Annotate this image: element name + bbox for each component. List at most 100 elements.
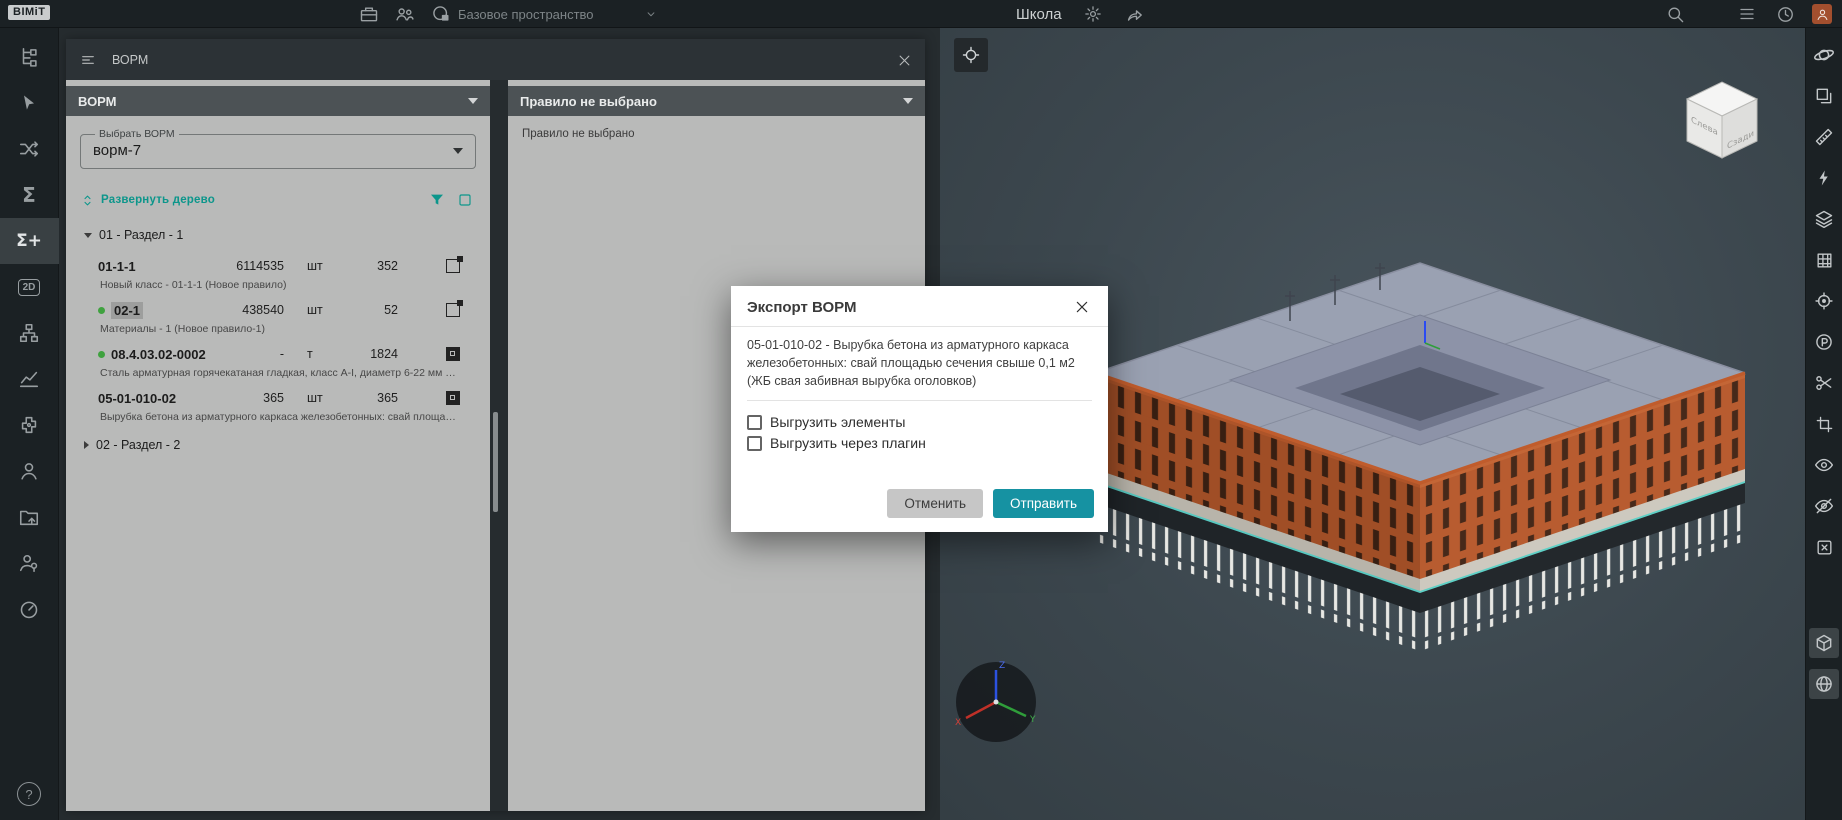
rule-section-title: Правило не выбрано [520, 93, 657, 109]
chevron-down-icon [647, 12, 655, 17]
option-export-elements[interactable]: Выгрузить элементы [747, 414, 1092, 430]
nav-cube[interactable]: Слева Сзади [1674, 73, 1770, 165]
tree-group-label: 02 - Раздел - 2 [96, 438, 181, 452]
workspace-select-value: Базовое пространство [458, 6, 594, 22]
sum-icon[interactable]: Σ [0, 172, 59, 218]
measure-icon[interactable] [1809, 122, 1839, 152]
dashboard-gauge-icon[interactable] [0, 586, 59, 632]
axis-gizmo[interactable]: Z X Y [948, 654, 1044, 750]
modal-close-icon[interactable] [1072, 297, 1092, 317]
tree-group-label: 01 - Раздел - 1 [99, 228, 184, 242]
tree-row-1[interactable]: 01-1-1 6114535 шт 352 [80, 254, 476, 278]
help-icon[interactable]: ? [17, 782, 41, 806]
option-export-via-plugin[interactable]: Выгрузить через плагин [747, 435, 1092, 451]
window-menu-icon[interactable] [80, 52, 96, 68]
frame-focus-icon[interactable] [954, 38, 988, 72]
panel-layout-icon[interactable] [456, 191, 474, 209]
tree-group-2[interactable]: 02 - Раздел - 2 [80, 433, 476, 457]
caret-down-icon [84, 232, 92, 238]
project-box-icon[interactable] [358, 3, 380, 25]
topbar-right-tools [1664, 0, 1832, 28]
window-title: ВОРМ [112, 52, 149, 67]
vorm-panel: ВОРМ Выбрать ВОРМ ворм-7 Развернуть дере… [66, 80, 490, 811]
tree-row-4[interactable]: 05-01-010-02 365 шт 365 [80, 386, 476, 410]
rule-section-header[interactable]: Правило не выбрано [508, 86, 925, 116]
expand-tree-link[interactable]: Развернуть дерево [101, 194, 215, 206]
user-location-icon[interactable] [0, 540, 59, 586]
properties-icon[interactable] [1809, 327, 1839, 357]
checkbox-icon[interactable] [747, 435, 762, 451]
hide-eye-icon[interactable] [1809, 491, 1839, 521]
vorm-select-dropdown[interactable]: Выбрать ВОРМ ворм-7 [80, 128, 476, 169]
team-icon[interactable] [394, 3, 416, 25]
modal-footer: Отменить Отправить [731, 489, 1108, 532]
rule-empty-text: Правило не выбрано [522, 128, 635, 140]
storeys-icon[interactable] [1809, 204, 1839, 234]
modal-title: Экспорт ВОРМ [747, 298, 857, 316]
settings-gear-icon[interactable] [1082, 3, 1104, 25]
row-count: 1824 [370, 347, 398, 361]
users-icon[interactable] [0, 448, 59, 494]
plugins-puzzle-icon[interactable] [0, 402, 59, 448]
clash-icon[interactable] [1809, 163, 1839, 193]
vorm-section-title: ВОРМ [78, 93, 117, 109]
row-description: Вырубка бетона из арматурного каркаса же… [100, 411, 476, 423]
project-area: Школа [1016, 0, 1146, 28]
select-caret-icon [453, 147, 463, 154]
coordination-globe-icon[interactable] [1809, 669, 1839, 699]
export-row-icon[interactable] [446, 300, 463, 317]
clear-selection-icon[interactable] [1809, 532, 1839, 562]
export-vorm-modal: Экспорт ВОРМ 05-01-010-02 - Вырубка бето… [731, 286, 1108, 532]
show-eye-icon[interactable] [1809, 450, 1839, 480]
drawings-2d-icon[interactable]: 2D [0, 264, 59, 310]
classifier-icon[interactable] [0, 310, 59, 356]
grid-icon[interactable] [1809, 245, 1839, 275]
window-close-icon[interactable] [893, 49, 915, 71]
checkbox-icon[interactable] [747, 414, 762, 430]
app-logo: BIMiT [8, 5, 51, 20]
tree-row-3[interactable]: 08.4.03.02-0002 - т 1824 [80, 342, 476, 366]
menu-list-icon[interactable] [1736, 3, 1758, 25]
row-count: 52 [384, 303, 398, 317]
section-icon[interactable] [1809, 368, 1839, 398]
history-clock-icon[interactable] [1774, 3, 1796, 25]
focus-target-icon[interactable] [1809, 286, 1839, 316]
share-icon[interactable] [1124, 3, 1146, 25]
workspace-select[interactable]: Базовое пространство [458, 0, 658, 28]
tree-group-1[interactable]: 01 - Раздел - 1 [80, 223, 476, 247]
selection-frame-icon[interactable] [1809, 81, 1839, 111]
structure-tree-icon[interactable] [0, 34, 59, 80]
vorm-tool-icon[interactable]: Σ+ [0, 218, 59, 264]
export-row-icon[interactable] [446, 347, 460, 361]
shared-folder-icon[interactable] [0, 494, 59, 540]
cancel-button[interactable]: Отменить [887, 489, 984, 518]
model-view-cube-icon[interactable] [1809, 628, 1839, 658]
status-dot [98, 306, 105, 314]
export-row-icon[interactable] [446, 256, 463, 273]
relations-icon[interactable] [0, 126, 59, 172]
vorm-section-header[interactable]: ВОРМ [66, 86, 490, 116]
left-toolbar: Σ Σ+ 2D ? [0, 28, 59, 820]
panel-scrollbar-thumb[interactable] [493, 412, 498, 512]
vorm-tree: 01 - Раздел - 1 01-1-1 6114535 шт 352 Но… [80, 223, 476, 457]
crop-icon[interactable] [1809, 409, 1839, 439]
row-count: 352 [377, 259, 398, 273]
search-icon[interactable] [1664, 3, 1686, 25]
reports-chart-icon[interactable] [0, 356, 59, 402]
row-code: 01-1-1 [98, 258, 136, 274]
topbar: BIMiT Базовое пространство Школа [0, 0, 1842, 28]
orbit-icon[interactable] [1809, 40, 1839, 70]
collapse-caret-icon [468, 98, 478, 104]
row-count: 365 [377, 391, 398, 405]
filter-funnel-icon[interactable] [428, 191, 446, 209]
export-row-icon[interactable] [446, 391, 460, 405]
workspace-icon[interactable] [430, 3, 452, 25]
vorm-body: Выбрать ВОРМ ворм-7 Развернуть дерево 01… [66, 116, 490, 457]
profile-avatar-icon[interactable] [1812, 4, 1832, 24]
vorm-select-value: ворм-7 [93, 142, 142, 159]
row-description: Материалы - 1 (Новое правило-1) [100, 323, 266, 335]
submit-button[interactable]: Отправить [993, 489, 1094, 518]
building-model[interactable] [1080, 243, 1760, 663]
tree-row-2[interactable]: 02-1 438540 шт 52 [80, 298, 476, 322]
select-cursor-icon[interactable] [0, 80, 59, 126]
